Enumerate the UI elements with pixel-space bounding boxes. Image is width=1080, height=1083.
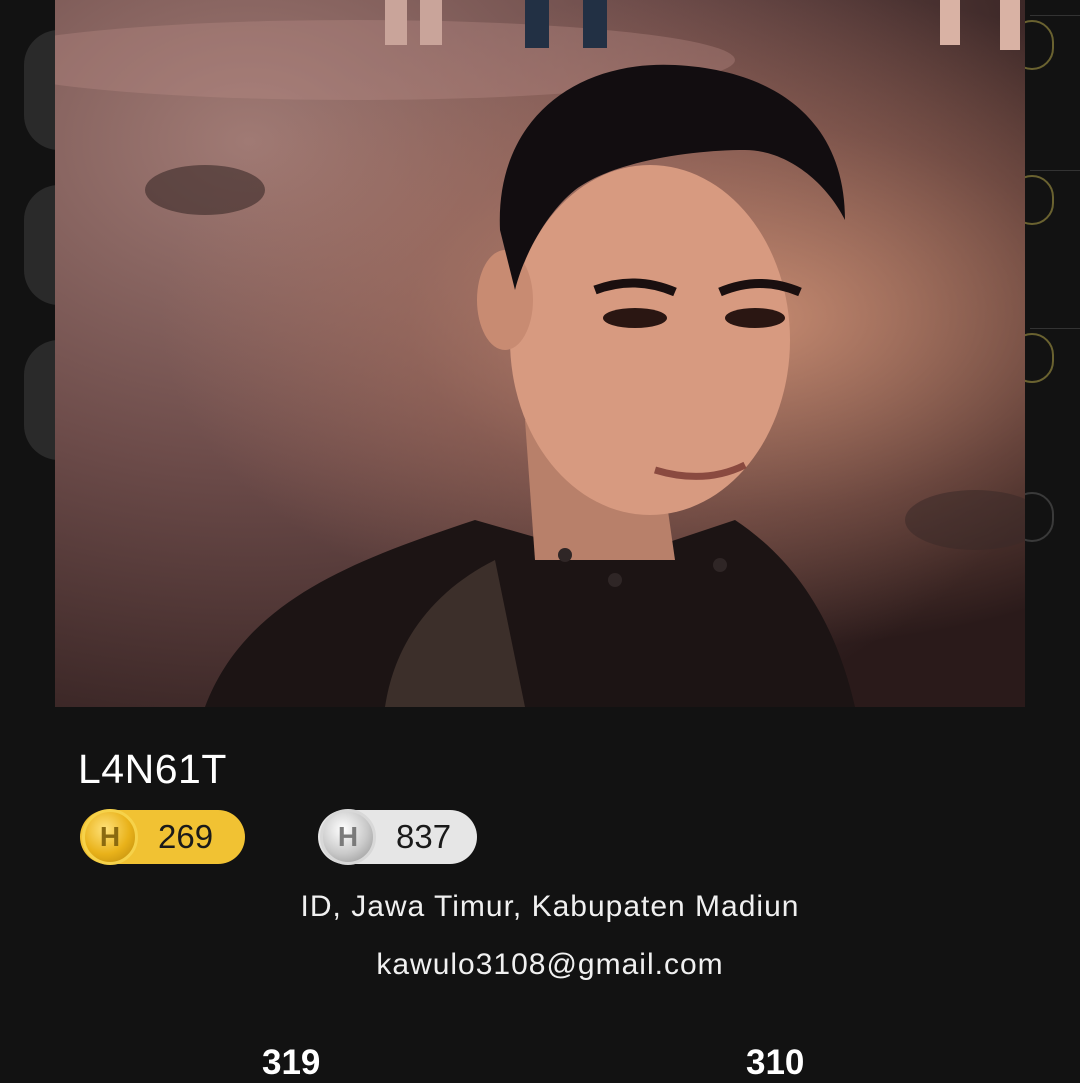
profile-photo[interactable] — [55, 0, 1025, 707]
location-text: ID, Jawa Timur, Kabupaten Madiun — [300, 890, 800, 923]
profile-photo-illustration — [55, 0, 1025, 707]
background-divider — [1030, 15, 1080, 16]
silver-coin-badge[interactable]: H 837 — [318, 809, 477, 865]
gold-coin-icon: H — [82, 809, 138, 865]
silver-coin-letter: H — [337, 821, 359, 852]
gold-coin-letter: H — [99, 821, 121, 852]
stat-right-value[interactable]: 310 — [746, 1043, 804, 1083]
background-divider — [1030, 170, 1080, 171]
gold-coin-count: 269 — [158, 818, 214, 855]
username: L4N61T — [78, 746, 227, 792]
gold-coin-badge[interactable]: H 269 — [80, 809, 245, 865]
silver-coin-count: 837 — [396, 818, 452, 855]
email-text[interactable]: kawulo3108@gmail.com — [0, 948, 1080, 982]
background-divider — [1030, 328, 1080, 329]
silver-coin-icon: H — [320, 809, 376, 865]
stat-left-value[interactable]: 319 — [262, 1043, 320, 1083]
